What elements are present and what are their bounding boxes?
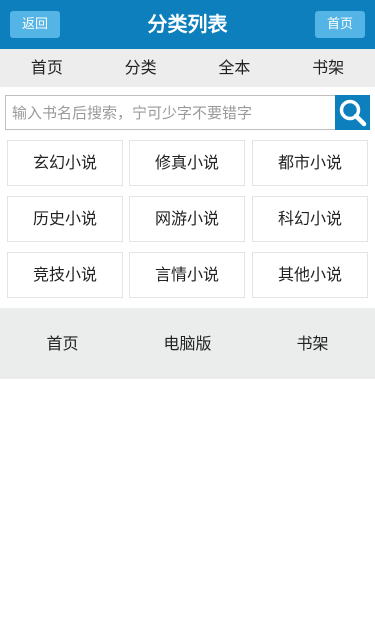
back-button[interactable]: 返回: [10, 11, 60, 38]
home-button[interactable]: 首页: [315, 11, 365, 38]
nav-item-bookshelf[interactable]: 书架: [281, 49, 375, 87]
nav-item-completed[interactable]: 全本: [188, 49, 282, 87]
category-xuanhuan[interactable]: 玄幻小说: [7, 140, 123, 186]
category-dushi[interactable]: 都市小说: [252, 140, 368, 186]
search-input[interactable]: [5, 95, 335, 130]
category-wangyou[interactable]: 网游小说: [129, 196, 245, 242]
category-kehuan[interactable]: 科幻小说: [252, 196, 368, 242]
nav-item-categories[interactable]: 分类: [94, 49, 188, 87]
category-yanqing[interactable]: 言情小说: [129, 252, 245, 298]
main-nav: 首页 分类 全本 书架: [0, 49, 375, 87]
category-lishi[interactable]: 历史小说: [7, 196, 123, 242]
search-button[interactable]: [335, 95, 370, 130]
category-jingji[interactable]: 竞技小说: [7, 252, 123, 298]
footer-bookshelf-link[interactable]: 书架: [250, 308, 375, 379]
footer-home-link[interactable]: 首页: [0, 308, 125, 379]
footer-desktop-link[interactable]: 电脑版: [125, 308, 250, 379]
search-icon: [339, 99, 367, 127]
category-xiuzhen[interactable]: 修真小说: [129, 140, 245, 186]
footer-nav: 首页 电脑版 书架: [0, 308, 375, 379]
category-qita[interactable]: 其他小说: [252, 252, 368, 298]
search-bar: [5, 95, 370, 130]
nav-item-home[interactable]: 首页: [0, 49, 94, 87]
top-header: 分类列表 返回 首页: [0, 0, 375, 49]
